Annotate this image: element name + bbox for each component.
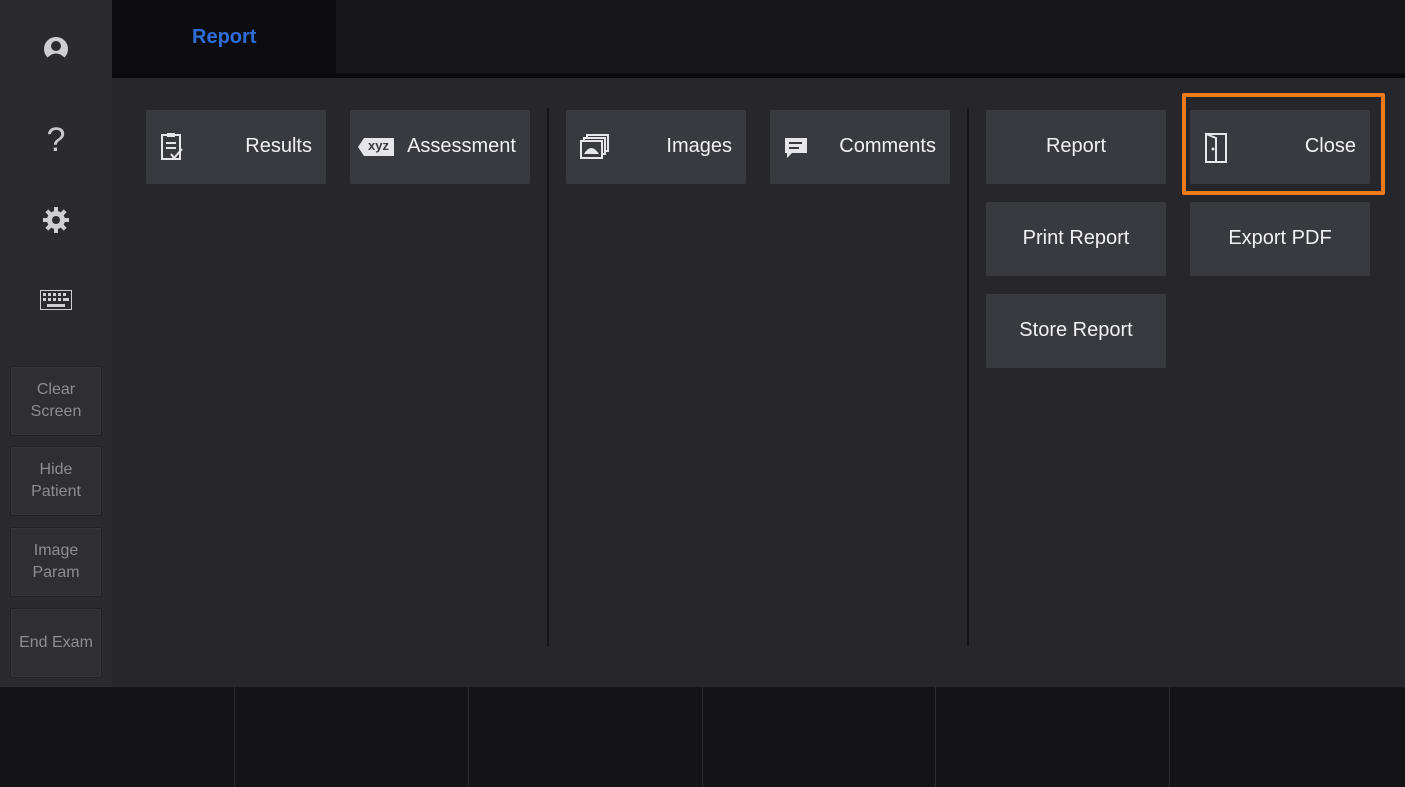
settings-gear-icon[interactable]: [0, 195, 112, 245]
comment-icon: [784, 137, 808, 165]
report-button[interactable]: Report: [986, 110, 1166, 184]
clear-screen-button[interactable]: Clear Screen: [10, 366, 102, 436]
column-divider: [967, 108, 969, 646]
close-highlight-frame: [1182, 93, 1385, 195]
xyz-tag-icon: xyz: [358, 137, 396, 163]
tab-report-label: Report: [192, 26, 257, 48]
hide-patient-label-line1: Hide: [39, 461, 73, 478]
export-pdf-button[interactable]: Export PDF: [1190, 202, 1370, 276]
images-button[interactable]: Images: [566, 110, 746, 184]
softkey-separator: [468, 687, 469, 787]
clipboard-check-icon: [160, 132, 184, 168]
keyboard-icon[interactable]: [0, 275, 112, 325]
softkey-separator: [702, 687, 703, 787]
report-label: Report: [1045, 135, 1107, 157]
images-label: Images: [666, 135, 732, 157]
store-report-button[interactable]: Store Report: [986, 294, 1166, 368]
image-param-button[interactable]: Image Param: [10, 527, 102, 597]
assessment-button[interactable]: xyz Assessment: [350, 110, 530, 184]
help-icon[interactable]: ?: [0, 115, 112, 165]
softkey-separator: [935, 687, 936, 787]
store-report-label: Store Report: [1019, 319, 1133, 341]
print-report-label: Print Report: [1022, 227, 1130, 249]
top-tab-bar: Report: [112, 0, 1405, 75]
image-param-label-line1: Image: [33, 542, 79, 559]
xyz-tag-text: xyz: [368, 138, 389, 153]
tab-report[interactable]: Report: [112, 0, 336, 73]
results-button[interactable]: Results: [146, 110, 326, 184]
hide-patient-label-line2: Patient: [31, 483, 81, 500]
end-exam-button[interactable]: End Exam: [10, 608, 102, 678]
softkey-separator: [1169, 687, 1170, 787]
export-pdf-label: Export PDF: [1228, 227, 1332, 249]
comments-label: Comments: [839, 135, 936, 157]
results-label: Results: [245, 135, 312, 157]
user-icon[interactable]: [0, 25, 112, 75]
bottom-softkey-bar: [0, 687, 1405, 787]
comments-button[interactable]: Comments: [770, 110, 950, 184]
clear-screen-label-line2: Screen: [30, 403, 82, 420]
softkey-separator: [234, 687, 235, 787]
image-param-label-line2: Param: [32, 564, 80, 581]
left-sidebar: ? Clear Screen Hide Patient Image Param …: [0, 0, 112, 687]
end-exam-label: End Exam: [19, 634, 93, 651]
clear-screen-label-line1: Clear: [36, 381, 76, 398]
assessment-label: Assessment: [407, 135, 516, 157]
image-stack-icon: [580, 134, 610, 166]
print-report-button[interactable]: Print Report: [986, 202, 1166, 276]
hide-patient-button[interactable]: Hide Patient: [10, 446, 102, 516]
column-divider: [547, 108, 549, 646]
